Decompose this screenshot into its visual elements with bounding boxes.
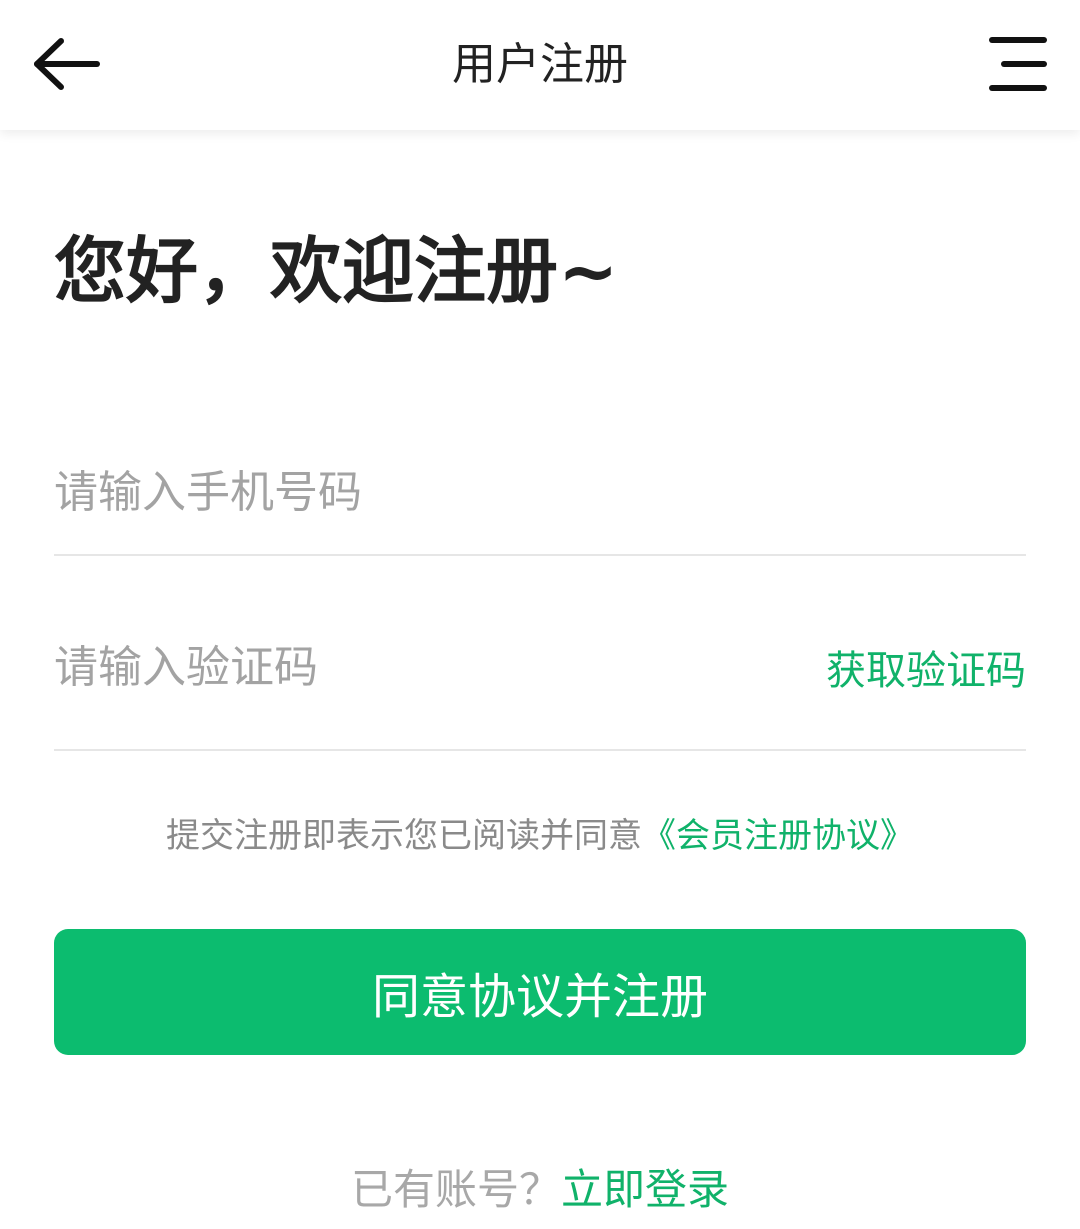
back-button[interactable] <box>24 26 108 102</box>
page-title: 用户注册 <box>452 39 628 90</box>
agreement-text: 提交注册即表示您已阅读并同意 <box>166 816 642 856</box>
phone-input[interactable] <box>54 430 794 554</box>
menu-icon <box>989 37 1047 91</box>
get-code-button[interactable]: 获取验证码 <box>826 585 1026 749</box>
login-link[interactable]: 立即登录 <box>561 1165 729 1214</box>
register-button[interactable]: 同意协议并注册 <box>54 929 1026 1055</box>
arrow-left-icon <box>34 38 100 90</box>
menu-button[interactable] <box>980 28 1052 100</box>
agreement-notice: 提交注册即表示您已阅读并同意《会员注册协议》 <box>0 810 1080 862</box>
app-header: 用户注册 <box>0 0 1080 130</box>
login-prompt: 已有账号？ <box>350 1165 561 1214</box>
agreement-link[interactable]: 《会员注册协议》 <box>642 816 914 856</box>
verification-code-input[interactable] <box>54 585 794 749</box>
phone-field <box>54 430 1026 556</box>
code-field: 获取验证码 <box>54 585 1026 751</box>
welcome-heading: 您好，欢迎注册~ <box>54 229 619 313</box>
login-prompt-row: 已有账号？立即登录 <box>0 1160 1080 1220</box>
